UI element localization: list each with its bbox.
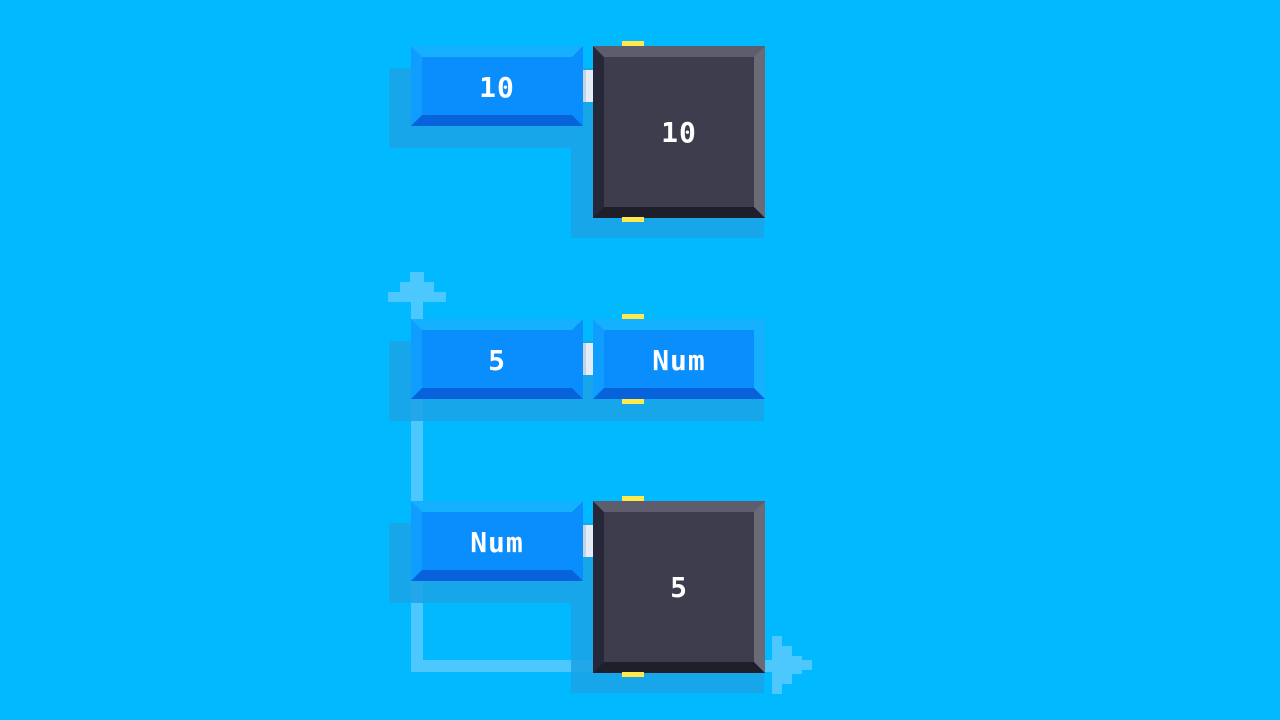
arrow-up-icon	[388, 272, 446, 312]
input-tile-label: 5	[488, 343, 506, 377]
arrow-right-icon	[772, 636, 812, 694]
input-tile-row3[interactable]: Num	[411, 501, 583, 581]
port-tick-top	[622, 314, 644, 319]
port-tick-top	[622, 496, 644, 501]
result-tile-row3[interactable]: 5	[593, 501, 765, 673]
input-tile-label: 10	[479, 70, 515, 104]
port-tick-top	[622, 41, 644, 46]
input-tile-label: Num	[470, 525, 524, 559]
port-tick-bottom	[622, 399, 644, 404]
variable-tile-row2[interactable]: Num	[593, 319, 765, 399]
port-tick-bottom	[622, 672, 644, 677]
input-tile-row1[interactable]: 10	[411, 46, 583, 126]
input-tile-row2[interactable]: 5	[411, 319, 583, 399]
result-tile-row1[interactable]: 10	[593, 46, 765, 218]
result-tile-label: 5	[670, 570, 688, 604]
port-tick-bottom	[622, 217, 644, 222]
variable-tile-label: Num	[652, 343, 706, 377]
result-tile-label: 10	[661, 115, 697, 149]
